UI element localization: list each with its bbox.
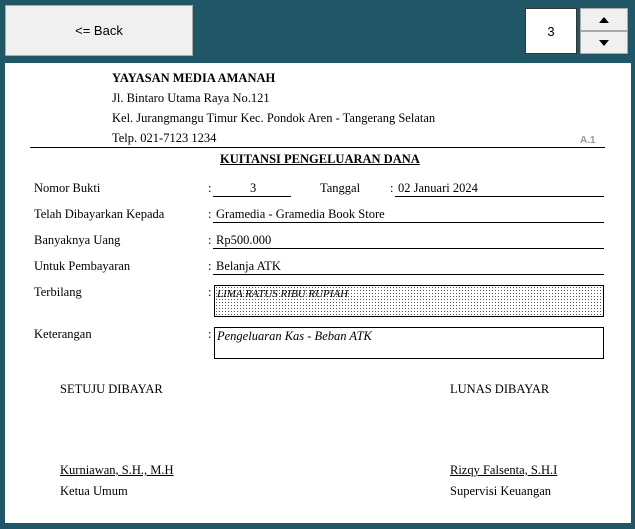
- right-signer-title: Supervisi Keuangan: [450, 484, 552, 498]
- address-line-1: Jl. Bintaro Utama Raya No.121: [112, 91, 270, 105]
- pembayaran-value: Belanja ATK: [216, 259, 281, 273]
- terbilang-value: LIMA RATUS RIBU RUPIAH: [217, 288, 349, 300]
- left-signer-title: Ketua Umum: [60, 484, 128, 498]
- uang-underline: [213, 248, 604, 249]
- colon: :: [208, 285, 212, 299]
- left-signer-name: Kurniawan, S.H., M.H: [60, 463, 174, 477]
- lunas-heading: LUNAS DIBAYAR: [450, 382, 550, 396]
- terbilang-box: LIMA RATUS RIBU RUPIAH: [214, 285, 604, 317]
- address-line-2: Kel. Jurangmangu Timur Kec. Pondok Aren …: [112, 111, 436, 125]
- spin-down-button[interactable]: [580, 31, 628, 54]
- org-name: YAYASAN MEDIA AMANAH: [112, 71, 276, 85]
- receipt-title: KUITANSI PENGELUARAN DANA: [220, 152, 420, 166]
- colon: :: [208, 233, 212, 247]
- dibayarkan-value: Gramedia - Gramedia Book Store: [216, 207, 385, 221]
- tanggal-value: 02 Januari 2024: [398, 181, 478, 195]
- form-code: A.1: [580, 135, 596, 146]
- nomor-bukti-label: Nomor Bukti: [34, 181, 101, 195]
- colon: :: [390, 181, 394, 195]
- arrow-up-icon: [599, 16, 609, 23]
- colon: :: [208, 207, 212, 221]
- receipt-sheet: YAYASAN MEDIA AMANAH Jl. Bintaro Utama R…: [5, 63, 631, 523]
- colon: :: [208, 327, 212, 341]
- dibayarkan-underline: [213, 222, 604, 223]
- nomor-bukti-value: 3: [250, 181, 257, 195]
- colon: :: [208, 181, 212, 195]
- colon: :: [208, 259, 212, 273]
- uang-value: Rp500.000: [216, 233, 272, 247]
- arrow-down-icon: [599, 39, 609, 46]
- spin-up-button[interactable]: [580, 8, 628, 31]
- phone: Telp. 021-7123 1234: [112, 131, 217, 145]
- keterangan-value: Pengeluaran Kas - Beban ATK: [217, 329, 372, 343]
- dibayarkan-label: Telah Dibayarkan Kepada: [34, 207, 165, 221]
- right-signer-name: Rizqy Falsenta, S.H.I: [450, 463, 558, 477]
- pembayaran-underline: [213, 274, 604, 275]
- nomor-bukti-underline: [213, 196, 291, 197]
- pembayaran-label: Untuk Pembayaran: [34, 259, 131, 273]
- header-divider: [30, 147, 605, 148]
- uang-label: Banyaknya Uang: [34, 233, 121, 247]
- terbilang-label: Terbilang: [34, 285, 82, 299]
- back-button[interactable]: <= Back: [5, 5, 193, 56]
- keterangan-box: Pengeluaran Kas - Beban ATK: [214, 327, 604, 359]
- tanggal-label: Tanggal: [320, 181, 361, 195]
- tanggal-underline: [395, 196, 604, 197]
- page-number-input[interactable]: 3: [525, 8, 577, 54]
- keterangan-label: Keterangan: [34, 327, 92, 341]
- setuju-heading: SETUJU DIBAYAR: [60, 382, 163, 396]
